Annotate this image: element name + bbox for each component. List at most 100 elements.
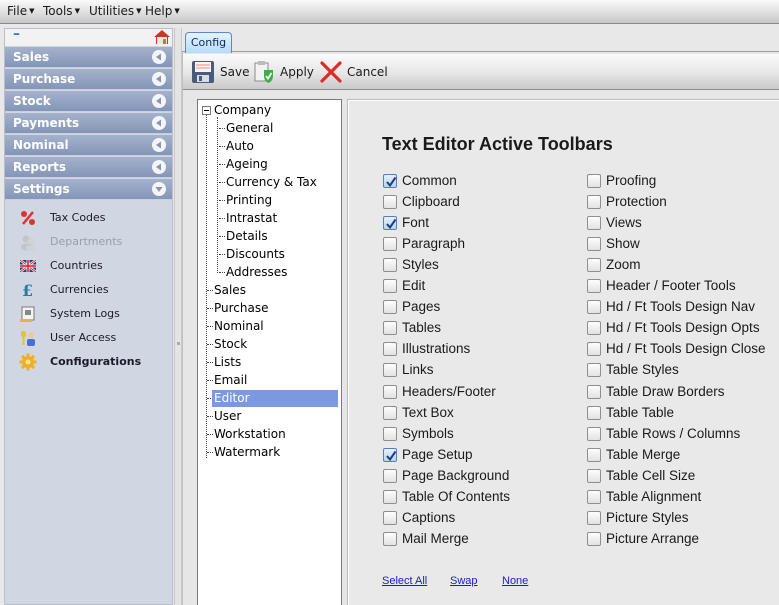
- menu-utilities[interactable]: Utilities ▼: [89, 4, 142, 18]
- nav-item-label: Countries: [50, 259, 103, 272]
- tree-node-child[interactable]: General: [226, 120, 273, 137]
- checkbox-unchecked[interactable]: [587, 510, 601, 525]
- menu-file[interactable]: File ▼: [7, 4, 34, 18]
- tree-line: [207, 380, 213, 381]
- checkbox-checked[interactable]: [383, 216, 397, 231]
- checkbox-unchecked[interactable]: [383, 468, 397, 483]
- tree-node-company[interactable]: Company: [214, 102, 271, 119]
- save-button[interactable]: Save: [191, 60, 249, 84]
- apply-button[interactable]: Apply: [252, 60, 314, 84]
- nav-section-label: Reports: [13, 160, 67, 174]
- checkbox-label: Illustrations: [402, 341, 471, 357]
- nav-section-settings[interactable]: Settings: [5, 179, 172, 200]
- nav-item-configurations[interactable]: Configurations: [5, 351, 172, 373]
- checkbox-unchecked[interactable]: [587, 195, 601, 210]
- tree-node-child[interactable]: Addresses: [226, 264, 287, 281]
- checkbox-unchecked[interactable]: [383, 384, 397, 399]
- checkbox-unchecked[interactable]: [383, 237, 397, 252]
- chevron-down-icon: ▼: [74, 7, 80, 15]
- checkbox-unchecked[interactable]: [587, 468, 601, 483]
- nav-item-currencies[interactable]: £ Currencies: [5, 279, 172, 301]
- checkbox-unchecked[interactable]: [587, 279, 601, 294]
- checkbox-unchecked[interactable]: [587, 174, 601, 188]
- checkbox-unchecked[interactable]: [587, 384, 601, 399]
- tree-node[interactable]: Lists: [214, 354, 241, 371]
- menu-tools[interactable]: Tools ▼: [43, 4, 80, 18]
- tree-node[interactable]: Watermark: [214, 444, 280, 461]
- menu-file-label: File: [7, 4, 28, 18]
- checkbox-unchecked[interactable]: [587, 300, 601, 315]
- checkbox-unchecked[interactable]: [587, 363, 601, 378]
- checkbox-unchecked[interactable]: [587, 531, 601, 546]
- nav-item-departments[interactable]: Departments: [5, 231, 172, 253]
- nav-section-purchase[interactable]: Purchase: [5, 69, 172, 90]
- nav-section-reports[interactable]: Reports: [5, 157, 172, 178]
- checkbox-unchecked[interactable]: [383, 489, 397, 504]
- tree-node[interactable]: User: [214, 408, 241, 425]
- tree-node[interactable]: Editor: [212, 390, 338, 407]
- cancel-button[interactable]: Cancel: [319, 60, 388, 84]
- checkbox-unchecked[interactable]: [383, 300, 397, 315]
- tree-node-child[interactable]: Printing: [226, 192, 272, 209]
- tree-node-child[interactable]: Intrastat: [226, 210, 277, 227]
- checkbox-unchecked[interactable]: [383, 531, 397, 546]
- checkbox-unchecked[interactable]: [383, 321, 397, 336]
- checkbox-unchecked[interactable]: [383, 342, 397, 357]
- checkbox-label: Text Box: [402, 404, 454, 420]
- chevron-down-icon: ▼: [136, 7, 142, 15]
- checkbox-unchecked[interactable]: [587, 237, 601, 252]
- check-icon: [386, 450, 397, 461]
- tree-node-child[interactable]: Auto: [226, 138, 254, 155]
- nav-item-system-logs[interactable]: System Logs: [5, 303, 172, 325]
- checkbox-unchecked[interactable]: [587, 405, 601, 420]
- checkbox-label: Clipboard: [402, 194, 460, 210]
- checkbox-unchecked[interactable]: [383, 510, 397, 525]
- collapse-all-button[interactable]: –: [13, 26, 20, 42]
- tree-node[interactable]: Workstation: [214, 426, 286, 443]
- nav-header: –: [5, 26, 172, 46]
- checkbox-checked[interactable]: [383, 174, 397, 188]
- tree-expander-collapse-icon[interactable]: [202, 106, 211, 115]
- select-all-link[interactable]: Select All: [382, 575, 427, 587]
- tree-node[interactable]: Nominal: [214, 318, 264, 335]
- checkbox-unchecked[interactable]: [587, 321, 601, 336]
- tree-node[interactable]: Stock: [214, 336, 247, 353]
- checkbox-unchecked[interactable]: [383, 195, 397, 210]
- swap-link[interactable]: Swap: [450, 575, 478, 587]
- checkbox-checked[interactable]: [383, 447, 397, 462]
- tree-node[interactable]: Email: [214, 372, 247, 389]
- nav-section-sales[interactable]: Sales: [5, 47, 172, 68]
- chevron-down-icon: ▼: [29, 7, 35, 15]
- nav-section-payments[interactable]: Payments: [5, 113, 172, 134]
- nav-item-tax-codes[interactable]: Tax Codes: [5, 207, 172, 229]
- tree-node-child[interactable]: Discounts: [226, 246, 285, 263]
- checkbox-unchecked[interactable]: [383, 405, 397, 420]
- nav-item-user-access[interactable]: User Access: [5, 327, 172, 349]
- tree-node[interactable]: Sales: [214, 282, 246, 299]
- none-link[interactable]: None: [502, 575, 528, 587]
- nav-section-nominal[interactable]: Nominal: [5, 135, 172, 156]
- nav-item-countries[interactable]: Countries: [5, 255, 172, 277]
- tab-config[interactable]: Config: [185, 32, 232, 53]
- checkbox-unchecked[interactable]: [383, 258, 397, 273]
- close-icon: [320, 61, 342, 83]
- checkbox-unchecked[interactable]: [383, 279, 397, 294]
- menu-help[interactable]: Help ▼: [145, 4, 180, 18]
- checkbox-unchecked[interactable]: [383, 426, 397, 441]
- nav-section-stock[interactable]: Stock: [5, 91, 172, 112]
- checkbox-unchecked[interactable]: [587, 426, 601, 441]
- home-icon[interactable]: [154, 30, 170, 45]
- checkbox-unchecked[interactable]: [587, 258, 601, 273]
- menu-utilities-label: Utilities: [89, 4, 135, 18]
- tree-node-child[interactable]: Details: [226, 228, 268, 245]
- checkbox-unchecked[interactable]: [383, 363, 397, 378]
- checkbox-unchecked[interactable]: [587, 342, 601, 357]
- checkbox-unchecked[interactable]: [587, 216, 601, 231]
- tree-line: [219, 272, 225, 273]
- checkbox-unchecked[interactable]: [587, 447, 601, 462]
- tree-node-child[interactable]: Currency & Tax: [226, 174, 317, 191]
- tree-node[interactable]: Purchase: [214, 300, 269, 317]
- panel-splitter[interactable]: [174, 28, 182, 605]
- tree-node-child[interactable]: Ageing: [226, 156, 268, 173]
- checkbox-unchecked[interactable]: [587, 489, 601, 504]
